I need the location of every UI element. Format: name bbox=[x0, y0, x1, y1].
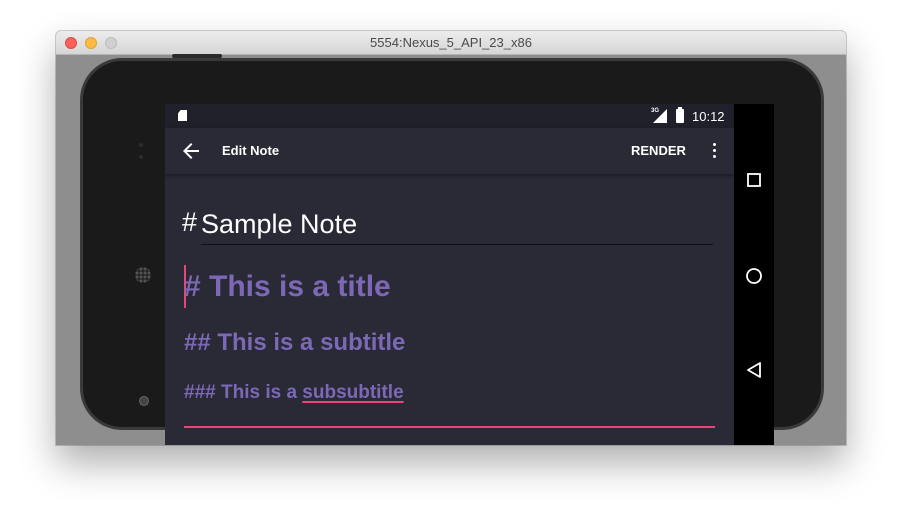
front-sensor-dots bbox=[139, 143, 143, 165]
android-nav-bar bbox=[734, 104, 774, 445]
markdown-line-h3: ### This is a subsubtitle bbox=[184, 382, 404, 404]
sd-card-icon bbox=[178, 110, 187, 121]
arrow-back-icon[interactable] bbox=[179, 139, 203, 163]
app-toolbar: Edit Note RENDER bbox=[165, 128, 734, 174]
back-triangle-icon[interactable] bbox=[734, 350, 774, 390]
note-body-editor[interactable]: # This is a title ## This is a subtitle … bbox=[184, 262, 715, 428]
recents-icon[interactable] bbox=[734, 160, 774, 200]
render-button[interactable]: RENDER bbox=[627, 141, 690, 160]
signal-icon bbox=[653, 109, 667, 123]
more-vert-icon[interactable] bbox=[704, 141, 724, 161]
status-clock: 10:12 bbox=[692, 109, 725, 124]
device-screen: 3G 10:12 Edit Note RENDER # Sample Note … bbox=[165, 104, 734, 445]
markdown-line-h2: ## This is a subtitle bbox=[184, 329, 406, 356]
toolbar-title: Edit Note bbox=[222, 143, 280, 158]
note-title-row: # bbox=[182, 204, 714, 248]
window-titlebar[interactable]: 5554:Nexus_5_API_23_x86 bbox=[56, 31, 846, 55]
home-icon[interactable] bbox=[734, 256, 774, 296]
front-camera bbox=[139, 396, 149, 406]
window-title: 5554:Nexus_5_API_23_x86 bbox=[370, 35, 532, 50]
phone-bezel: 3G 10:12 Edit Note RENDER # Sample Note … bbox=[80, 58, 824, 445]
status-bar: 3G 10:12 bbox=[165, 104, 734, 128]
markdown-line-h1: # This is a title bbox=[184, 270, 391, 303]
earpiece-speaker bbox=[135, 267, 151, 283]
note-title-input[interactable] bbox=[201, 204, 713, 245]
hash-icon: # bbox=[182, 207, 198, 237]
emulator-window: 5554:Nexus_5_API_23_x86 3G 10:12 Edit No… bbox=[56, 31, 846, 445]
markdown-line-h3-text: ### This is a bbox=[184, 382, 303, 403]
battery-icon bbox=[676, 107, 684, 123]
misspelled-word[interactable]: subsubtitle bbox=[302, 382, 403, 403]
